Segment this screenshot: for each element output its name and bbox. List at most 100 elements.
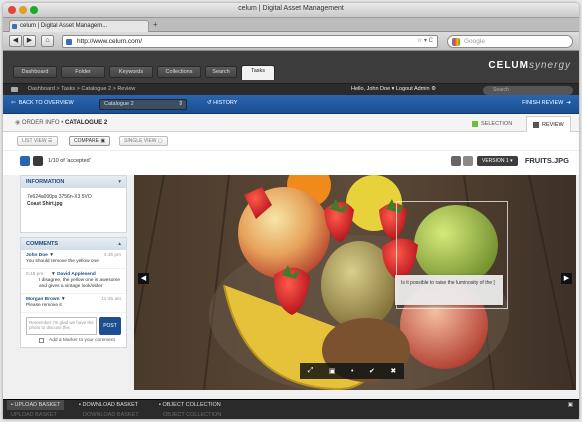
browser-toolbar: ◀ ▶ ⌂ http://www.celum.com/ ☆ ▾ C Google: [3, 32, 579, 51]
collection-icon: ▪: [159, 402, 161, 408]
comment-text: Please remove it: [26, 303, 62, 308]
select-arrows-icon: ⇕: [177, 101, 183, 107]
comment-input[interactable]: Remember I'm glad we have the photo to d…: [26, 317, 97, 335]
arrow-right-icon: ➔: [566, 100, 571, 106]
post-button[interactable]: POST: [99, 317, 121, 335]
comments-header[interactable]: COMMENTS ▴: [21, 238, 126, 250]
tab-collections[interactable]: Collections: [157, 66, 201, 78]
order-title: ◉ ORDER INFO • CATALOGUE 2: [15, 119, 107, 126]
add-marker-label: Add a Marker to your comment: [49, 338, 115, 343]
fit-icon[interactable]: ▣: [329, 367, 336, 375]
tab-search[interactable]: Search: [205, 66, 237, 78]
add-marker-option[interactable]: Add a Marker to your comment: [21, 337, 126, 347]
site-icon: [66, 39, 72, 45]
browser-tab[interactable]: celum | Digital Asset Managem...: [9, 20, 149, 32]
expand-icon[interactable]: ⤢: [308, 367, 314, 375]
list-view-button[interactable]: LIST VIEW ☰: [17, 136, 58, 146]
expand-basket-icon[interactable]: ▣: [568, 400, 573, 410]
single-view-button[interactable]: SINGLE VIEW ▢: [119, 136, 168, 146]
close-icon[interactable]: ✖: [390, 367, 396, 375]
check-icon[interactable]: ✔: [369, 367, 375, 375]
asset-file: Coast Shirt.jpg: [27, 201, 63, 207]
upload-icon: ▪: [11, 402, 13, 408]
breadcrumb[interactable]: Dashboard > Tasks > Catalogue 2 > Review: [28, 86, 135, 92]
order-info-prefix[interactable]: ORDER INFO: [22, 120, 60, 126]
comment-author[interactable]: David Applesend: [57, 272, 96, 277]
viewer-toolbar: ⤢ ▣ • ✔ ✖: [300, 363, 404, 379]
view-mode-row: LIST VIEW ☰ COMPARE ▣ SINGLE VIEW ▢: [3, 132, 579, 150]
filter-icon: ▼: [49, 253, 54, 258]
window-title: celum | Digital Asset Management: [238, 5, 344, 12]
grid-icon[interactable]: [20, 156, 30, 166]
comment-icon[interactable]: [33, 156, 43, 166]
comment-time: 11:45 am: [101, 297, 121, 302]
compare-label: COMPARE: [74, 138, 99, 144]
user-menu[interactable]: Hello, John Doe ▾ Logout Admin ⚙: [351, 86, 436, 92]
image-viewer[interactable]: Is it possible to raise the luminosity o…: [134, 175, 576, 390]
approve-icon[interactable]: [463, 156, 473, 166]
tab-tasks[interactable]: Tasks: [241, 65, 275, 80]
finish-review-label: FINISH REVIEW: [522, 100, 564, 106]
dot-icon[interactable]: •: [351, 368, 353, 375]
history-icon: ↺: [207, 100, 212, 106]
review-toolbar: ⇦ BACK TO OVERVIEW Catalogue 2 ⇕ ↺ HISTO…: [3, 95, 579, 114]
single-view-label: SINGLE VIEW: [124, 138, 157, 144]
single-view-icon: ▢: [157, 138, 163, 144]
asset-filename: FRUITS.JPG: [524, 156, 569, 165]
new-tab-icon[interactable]: +: [153, 20, 158, 29]
reload-icon[interactable]: ☆ ▾ C: [417, 36, 433, 47]
back-to-overview-button[interactable]: ⇦ BACK TO OVERVIEW: [11, 100, 74, 106]
back-to-overview-label: BACK TO OVERVIEW: [18, 100, 74, 106]
logo-text: CELUM: [488, 60, 529, 71]
upload-basket-tab[interactable]: ▪ UPLOAD BASKET: [7, 400, 65, 410]
list-icon: ☰: [48, 138, 53, 144]
tab-folder[interactable]: Folder: [61, 66, 105, 78]
review-workspace: INFORMATION ▾ 7e624a000ps 3756n-X3 5VO C…: [3, 175, 579, 399]
folder-icon[interactable]: [11, 87, 18, 92]
browser-tab-bar: celum | Digital Asset Managem... +: [3, 18, 579, 32]
comment-composer: Remember I'm glad we have the photo to d…: [26, 317, 121, 335]
information-header[interactable]: INFORMATION ▾: [21, 176, 126, 188]
next-image-button[interactable]: ▶: [561, 273, 572, 284]
forward-arrow-icon[interactable]: ▶: [23, 35, 36, 47]
download-icon: ▪: [79, 402, 81, 408]
download-basket-label: DOWNLOAD BASKET: [82, 402, 139, 408]
order-info-icon[interactable]: ◉: [15, 120, 20, 126]
tab-review[interactable]: REVIEW: [526, 116, 571, 132]
comment-item: Morgan Brown ▼ 11:45 am Please remove it: [21, 294, 126, 313]
collapse-icon[interactable]: ▾: [118, 176, 121, 188]
tab-dashboard[interactable]: Dashboard: [13, 66, 57, 78]
history-button[interactable]: ↺ HISTORY: [207, 100, 237, 106]
tab-review-label: REVIEW: [542, 122, 564, 128]
app-header: Dashboard Folder Keywords Collections Se…: [3, 51, 579, 83]
celum-logo: CELUMsynergy: [488, 60, 571, 71]
back-arrow-icon[interactable]: ◀: [9, 35, 22, 47]
info-icon[interactable]: [451, 156, 461, 166]
google-icon: [452, 38, 460, 46]
url-bar[interactable]: http://www.celum.com/ ☆ ▾ C: [62, 35, 438, 48]
comment-text: I disagree, the yellow one is awesome an…: [39, 278, 121, 289]
browser-tab-title: celum | Digital Asset Managem...: [20, 23, 108, 29]
comment-time: 8:45 pm: [26, 272, 44, 277]
browser-search-field[interactable]: Google: [447, 35, 573, 48]
fruit-bowl-photo: [134, 175, 576, 390]
version-select[interactable]: VERSION 1 ▾: [477, 156, 518, 166]
tab-selection[interactable]: SELECTION: [466, 116, 518, 132]
finish-review-button[interactable]: FINISH REVIEW ➔: [522, 100, 571, 106]
download-basket-tab[interactable]: ▪ DOWNLOAD BASKET: [79, 400, 138, 410]
object-collection-label: OBJECT COLLECTION: [162, 402, 221, 408]
filter-icon: ▼: [51, 272, 56, 277]
catalogue-select[interactable]: Catalogue 2 ⇕: [99, 99, 187, 110]
tab-keywords[interactable]: Keywords: [109, 66, 153, 78]
previous-image-button[interactable]: ◀: [138, 273, 149, 284]
favicon-icon: [12, 24, 17, 29]
home-icon[interactable]: ⌂: [41, 35, 54, 47]
collapse-icon[interactable]: ▴: [118, 238, 121, 250]
add-marker-checkbox[interactable]: [39, 338, 44, 343]
comment-author[interactable]: Morgan Brown: [26, 297, 60, 302]
object-collection-tab[interactable]: ▪ OBJECT COLLECTION: [159, 400, 221, 410]
comment-author[interactable]: John Doe: [26, 253, 48, 258]
compare-button[interactable]: COMPARE ▣: [69, 136, 111, 146]
app-search-input[interactable]: Search: [483, 86, 573, 95]
upload-basket-label: UPLOAD BASKET: [11, 412, 57, 418]
